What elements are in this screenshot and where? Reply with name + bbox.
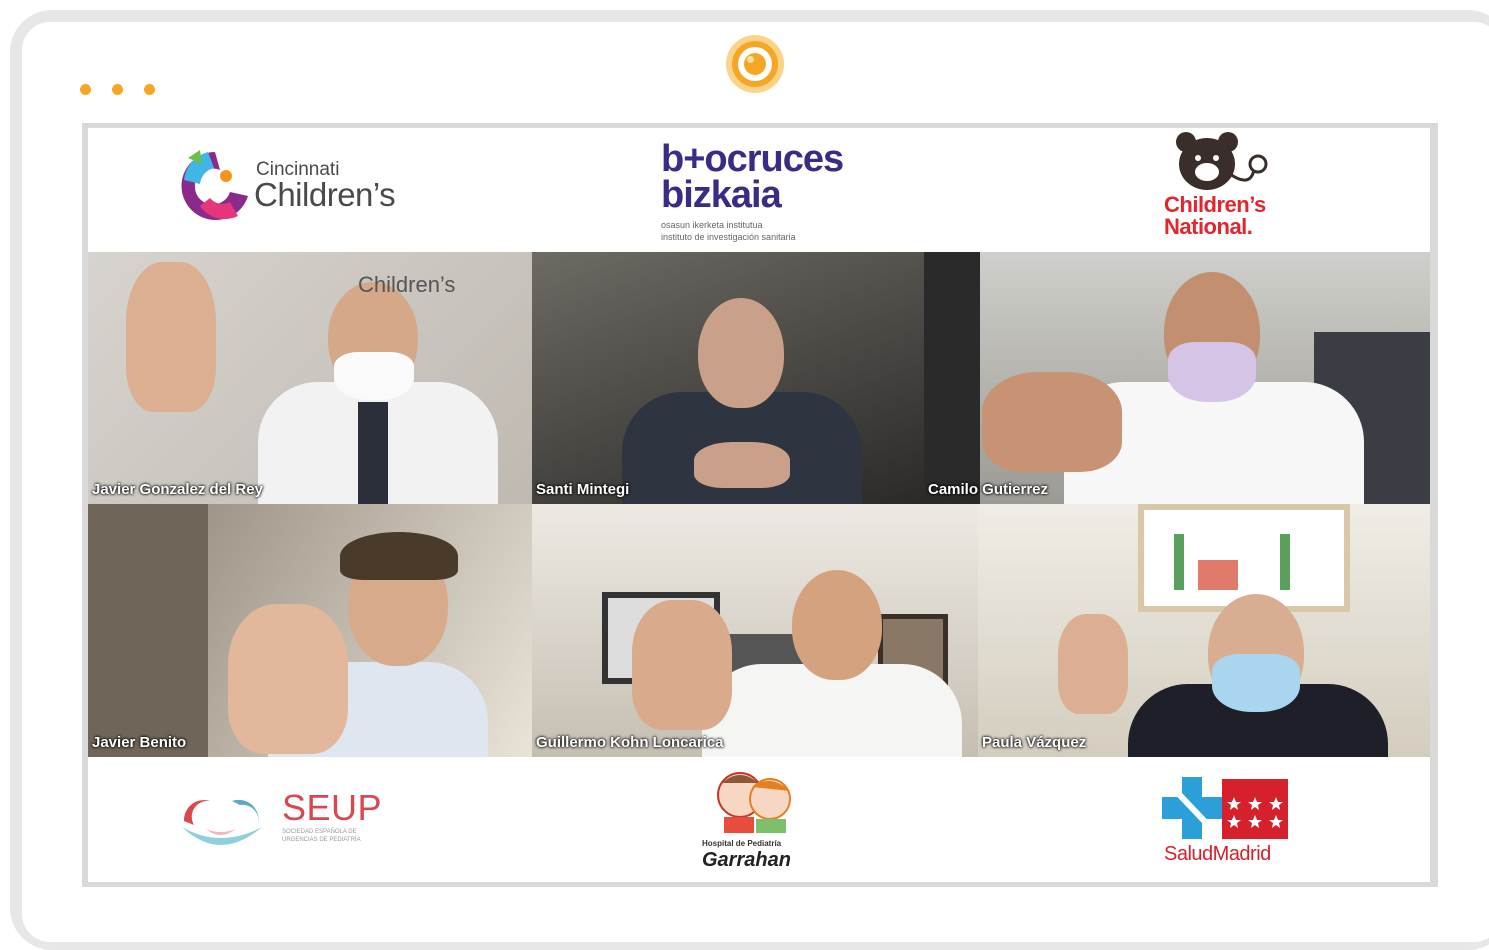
video-tile[interactable]: Paula Vázquez bbox=[978, 504, 1430, 757]
waving-hand bbox=[228, 604, 348, 754]
participant-name: Javier Benito bbox=[92, 734, 187, 751]
waving-hand bbox=[1058, 614, 1128, 714]
seup-logo-sub2: URGENCIAS DE PEDIATRÍA bbox=[282, 837, 361, 843]
biocruces-logo-sub1: osasun ikerketa institutua bbox=[661, 220, 763, 230]
biocruces-logo-line2: bizkaia bbox=[661, 174, 782, 216]
video-tile[interactable]: Javier Benito bbox=[88, 504, 532, 757]
participant-name: Guillermo Kohn Loncarica bbox=[536, 734, 724, 751]
childrens-national-logo-line1: Children’s bbox=[1164, 192, 1266, 217]
menu-dot bbox=[144, 84, 155, 95]
video-tile[interactable]: Guillermo Kohn Loncarica bbox=[532, 504, 978, 757]
garrahan-kids-icon bbox=[717, 772, 791, 833]
participant-name: Santi Mintegi bbox=[536, 481, 630, 498]
waving-hand bbox=[982, 372, 1122, 472]
video-tile[interactable]: Santi Mintegi bbox=[532, 252, 924, 504]
participant-name: Javier Gonzalez del Rey bbox=[92, 481, 263, 498]
sponsor-logos-bottom: SEUP SOCIEDAD ESPAÑOLA DE URGENCIAS DE P… bbox=[88, 757, 1430, 882]
waving-hand bbox=[632, 600, 732, 730]
seup-logo-title: SEUP bbox=[282, 787, 383, 828]
garrahan-logo-line2: Garrahan bbox=[702, 849, 791, 871]
seup-logo: SEUP SOCIEDAD ESPAÑOLA DE URGENCIAS DE P… bbox=[176, 785, 396, 855]
salud-madrid-logo: SaludMadrid bbox=[1162, 773, 1302, 869]
madrid-flag-icon bbox=[1222, 779, 1288, 839]
cincinnati-childrens-logo: Cincinnati Children’s bbox=[178, 146, 438, 230]
garrahan-logo: Hospital de Pediatría Garrahan bbox=[700, 769, 810, 873]
participant-video bbox=[1128, 594, 1388, 757]
video-tile[interactable]: Camilo Gutierrez bbox=[924, 252, 1430, 504]
teddy-bear-icon bbox=[1176, 132, 1268, 190]
video-tile[interactable]: Children’s Javier Gonzalez del Rey bbox=[88, 252, 532, 504]
participant-name: Camilo Gutierrez bbox=[928, 481, 1049, 498]
background-logo-text: Children’s bbox=[358, 272, 456, 297]
cincinnati-logo-line2: Children’s bbox=[254, 176, 396, 213]
waving-hand bbox=[126, 262, 216, 412]
menu-dot bbox=[80, 84, 91, 95]
dots-menu-icon[interactable] bbox=[80, 84, 155, 95]
medical-cross-icon bbox=[1162, 777, 1222, 839]
childrens-national-logo: Children’s National. bbox=[1164, 130, 1284, 242]
participant-video bbox=[702, 564, 962, 757]
camera-icon bbox=[726, 35, 784, 93]
garrahan-logo-line1: Hospital de Pediatría bbox=[702, 839, 782, 848]
seup-logo-sub1: SOCIEDAD ESPAÑOLA DE bbox=[282, 829, 357, 835]
biocruces-logo-sub2: instituto de investigación sanitaria bbox=[661, 232, 796, 242]
sponsor-logos-top: Cincinnati Children’s b+ocruces bizkaia … bbox=[88, 128, 1430, 252]
cincinnati-childrens-icon bbox=[181, 150, 248, 220]
participant-name: Paula Vázquez bbox=[982, 734, 1087, 751]
participant-video bbox=[248, 272, 508, 504]
biocruces-logo: b+ocruces bizkaia osasun ikerketa instit… bbox=[661, 140, 861, 248]
menu-dot bbox=[112, 84, 123, 95]
salud-madrid-logo-text: SaludMadrid bbox=[1164, 843, 1271, 865]
biocruces-logo-line1: b+ocruces bbox=[661, 138, 844, 180]
participant-video bbox=[622, 292, 862, 504]
childrens-national-logo-line2: National. bbox=[1164, 214, 1253, 239]
seup-icon bbox=[182, 799, 262, 845]
